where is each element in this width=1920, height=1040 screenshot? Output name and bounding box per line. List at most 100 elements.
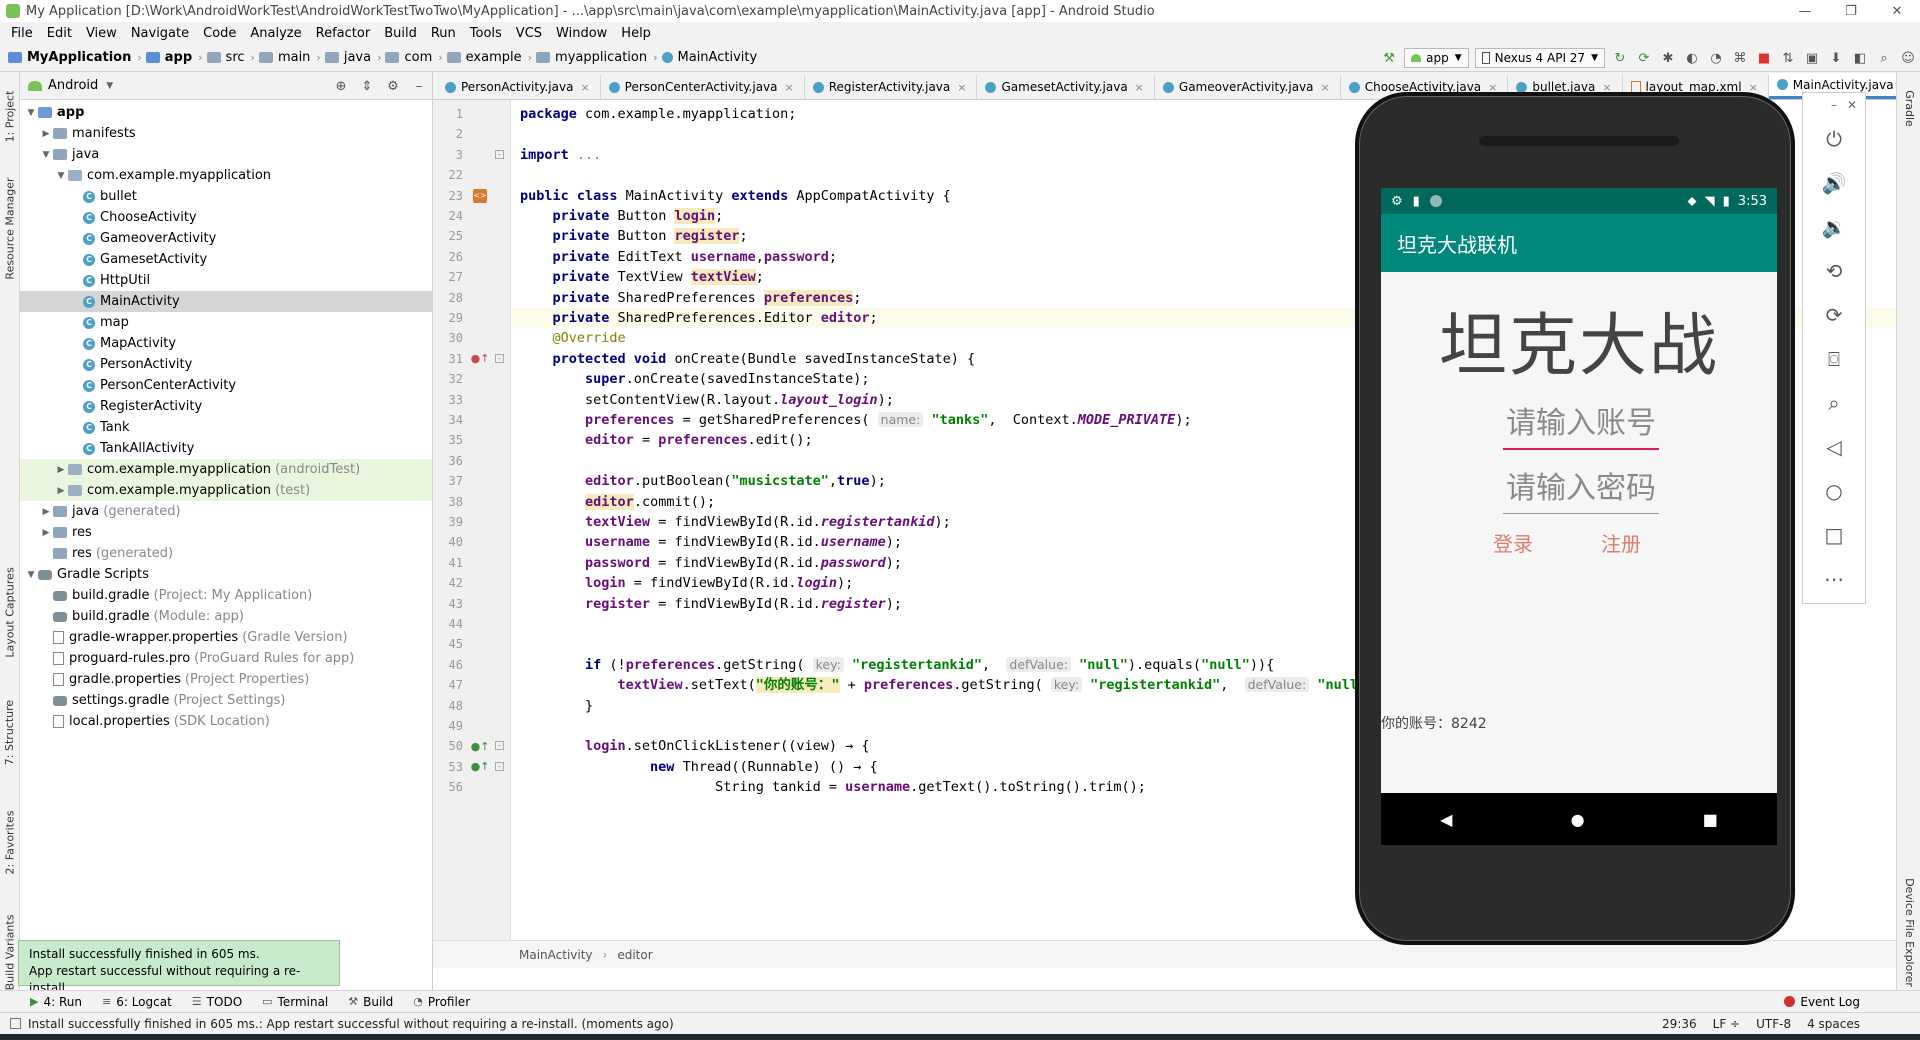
tool-tab-event-log[interactable]: Event Log <box>1784 995 1860 1009</box>
breadcrumb-class[interactable]: MainActivity <box>519 948 593 962</box>
rotate-left-icon[interactable]: ⟲ <box>1803 249 1865 293</box>
install-notification[interactable]: Install successfully finished in 605 ms.… <box>18 940 340 995</box>
tree-item[interactable]: C HttpUtil <box>20 270 432 291</box>
crumb-src[interactable]: src › <box>206 50 255 65</box>
maximize-button[interactable]: ❐ <box>1828 0 1874 22</box>
fold-toggle-icon[interactable]: - <box>495 149 504 159</box>
tool-tab-layout-captures[interactable]: Layout Captures <box>0 552 20 672</box>
menu-vcs[interactable]: VCS <box>509 26 549 41</box>
close-tab-icon[interactable]: × <box>785 81 794 94</box>
menu-help[interactable]: Help <box>614 26 658 41</box>
recents-icon[interactable]: ■ <box>1703 810 1718 829</box>
menu-code[interactable]: Code <box>196 26 243 41</box>
close-button[interactable]: ✕ <box>1874 0 1920 22</box>
tree-item[interactable]: C RegisterActivity <box>20 396 432 417</box>
menu-run[interactable]: Run <box>424 26 463 41</box>
lambda-icon[interactable]: ●↑ <box>471 739 490 753</box>
profile-icon[interactable]: ◔ <box>1704 47 1728 69</box>
tree-item[interactable]: C PersonCenterActivity <box>20 375 432 396</box>
volume-up-icon[interactable]: 🔊 <box>1803 161 1865 205</box>
tree-item[interactable]: ▶ com.example.myapplication (androidTest) <box>20 459 432 480</box>
sync-gradle-icon[interactable]: ⇅ <box>1776 47 1800 69</box>
minimize-button[interactable]: — <box>1782 0 1828 22</box>
tool-tab-build[interactable]: ⚒ Build <box>348 995 393 1009</box>
tool-tab-logcat[interactable]: ≡ 6: Logcat <box>102 995 172 1009</box>
tool-tab-resource-manager[interactable]: Resource Manager <box>0 168 20 288</box>
menu-file[interactable]: File <box>4 26 40 41</box>
chevron-down-icon[interactable]: ▼ <box>54 171 68 181</box>
menu-refactor[interactable]: Refactor <box>309 26 378 41</box>
chevron-down-icon[interactable]: ▼ <box>39 150 53 160</box>
register-button[interactable]: 注册 <box>1601 528 1641 557</box>
menu-analyze[interactable]: Analyze <box>243 26 308 41</box>
coverage-icon[interactable]: ◐ <box>1680 47 1704 69</box>
attach-debugger-icon[interactable]: ⌘ <box>1728 47 1752 69</box>
file-encoding[interactable]: UTF-8 <box>1756 1017 1791 1031</box>
volume-down-icon[interactable]: 🔉 <box>1803 205 1865 249</box>
tool-tab-profiler[interactable]: ◔ Profiler <box>413 995 470 1009</box>
home-icon[interactable]: ● <box>1571 810 1585 829</box>
tree-item[interactable]: C Tank <box>20 417 432 438</box>
device-select[interactable]: Nexus 4 API 27 ▼ <box>1474 48 1605 68</box>
tool-tab-favorites[interactable]: 2: Favorites <box>0 792 20 892</box>
tool-tab-gradle[interactable]: Gradle <box>1897 78 1920 138</box>
tool-tab-device-file-explorer[interactable]: Device File Explorer <box>1897 862 1920 1002</box>
caret-position[interactable]: 29:36 <box>1662 1017 1697 1031</box>
overview-icon[interactable]: □ <box>1803 513 1865 557</box>
collapse-all-icon[interactable]: ⇕ <box>354 79 380 94</box>
debug-icon[interactable]: ✱ <box>1656 47 1680 69</box>
tree-item[interactable]: C GamesetActivity <box>20 249 432 270</box>
menu-navigate[interactable]: Navigate <box>124 26 196 41</box>
menu-window[interactable]: Window <box>549 26 614 41</box>
emulator-minimize-icon[interactable]: – <box>1831 98 1837 112</box>
editor-tab[interactable]: PersonCenterActivity.java × <box>601 75 805 99</box>
avd-manager-icon[interactable]: ▣ <box>1800 47 1824 69</box>
tree-item[interactable]: res (generated) <box>20 543 432 564</box>
menu-tools[interactable]: Tools <box>463 26 509 41</box>
tree-item[interactable]: settings.gradle (Project Settings) <box>20 690 432 711</box>
crumb-app[interactable]: app › <box>145 50 203 65</box>
breadcrumb-member[interactable]: editor <box>617 948 652 962</box>
tree-item[interactable]: C MapActivity <box>20 333 432 354</box>
tree-item[interactable]: C GameoverActivity <box>20 228 432 249</box>
tree-item[interactable]: build.gradle (Project: My Application) <box>20 585 432 606</box>
zoom-icon[interactable]: ⌕ <box>1803 381 1865 425</box>
run-config-select[interactable]: app ▼ <box>1404 48 1469 68</box>
close-tab-icon[interactable]: × <box>957 81 966 94</box>
hide-panel-icon[interactable]: – <box>406 79 432 94</box>
tool-tab-terminal[interactable]: ▭ Terminal <box>262 995 328 1009</box>
power-icon[interactable]: ⏻ <box>1803 117 1865 161</box>
indent-setting[interactable]: 4 spaces <box>1807 1017 1860 1031</box>
close-tab-icon[interactable]: × <box>580 81 589 94</box>
close-tab-icon[interactable]: × <box>1135 81 1144 94</box>
chevron-right-icon[interactable]: ▶ <box>54 465 68 475</box>
fold-toggle-icon[interactable]: - <box>495 353 504 363</box>
make-project-icon[interactable]: ⚒ <box>1377 47 1401 69</box>
editor-tab[interactable]: PersonActivity.java × <box>437 75 601 99</box>
chevron-down-icon[interactable]: ▼ <box>24 570 38 580</box>
home-icon[interactable]: ○ <box>1803 469 1865 513</box>
menu-build[interactable]: Build <box>377 26 424 41</box>
chevron-right-icon[interactable]: ▶ <box>54 486 68 496</box>
crumb-main[interactable]: main › <box>258 50 321 65</box>
account-input[interactable]: 请输入账号 <box>1503 398 1659 450</box>
rotate-right-icon[interactable]: ⟳ <box>1803 293 1865 337</box>
tree-item[interactable]: proguard-rules.pro (ProGuard Rules for ap… <box>20 648 432 669</box>
crumb-com[interactable]: com › <box>385 50 443 65</box>
apply-changes-icon[interactable]: ⟳ <box>1632 47 1656 69</box>
fold-toggle-icon[interactable]: - <box>495 741 504 751</box>
chevron-right-icon[interactable]: ▶ <box>39 129 53 139</box>
user-icon[interactable]: ☺ <box>1896 47 1920 69</box>
back-icon[interactable]: ◁ <box>1803 425 1865 469</box>
tree-item[interactable]: local.properties (SDK Location) <box>20 711 432 732</box>
layout-inspector-icon[interactable]: ◧ <box>1848 47 1872 69</box>
project-view-select[interactable]: Android <box>48 78 98 93</box>
editor-tab[interactable]: GamesetActivity.java × <box>977 75 1155 99</box>
close-tab-icon[interactable]: × <box>1321 81 1330 94</box>
tree-item[interactable]: ▼ app <box>20 102 432 123</box>
search-icon[interactable]: ⌕ <box>1872 47 1896 69</box>
password-input[interactable]: 请输入密码 <box>1503 463 1659 514</box>
tree-item[interactable]: C MainActivity <box>20 291 432 312</box>
tree-item[interactable]: ▶ res <box>20 522 432 543</box>
tool-tab-project[interactable]: 1: Project <box>0 76 20 156</box>
